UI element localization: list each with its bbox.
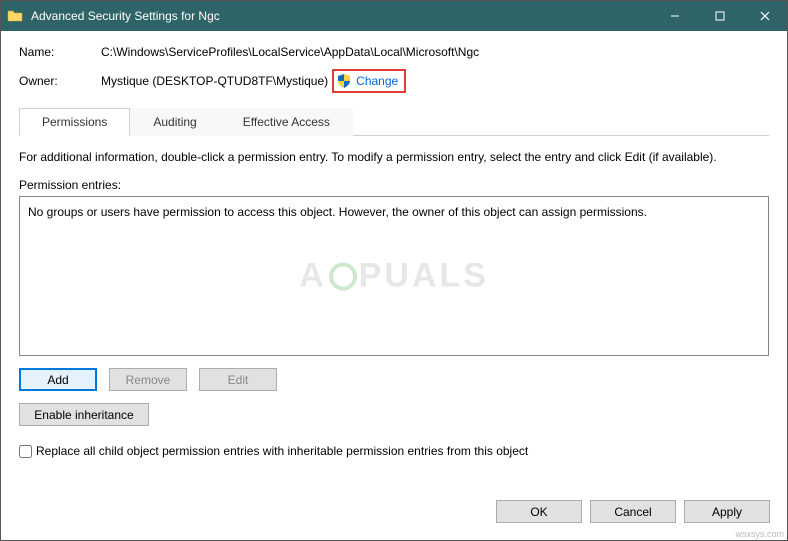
permission-entries-list[interactable]: No groups or users have permission to ac… [19,196,769,356]
watermark: A PUALS [299,257,489,296]
name-label: Name: [19,45,101,59]
name-row: Name: C:\Windows\ServiceProfiles\LocalSe… [19,45,769,59]
cancel-button[interactable]: Cancel [590,500,676,523]
entries-label: Permission entries: [19,178,769,192]
ok-button[interactable]: OK [496,500,582,523]
info-text: For additional information, double-click… [19,150,769,164]
entries-empty-message: No groups or users have permission to ac… [28,205,647,219]
tab-bar: Permissions Auditing Effective Access [19,107,769,136]
apply-button[interactable]: Apply [684,500,770,523]
close-button[interactable] [742,1,787,31]
folder-icon [7,8,23,24]
gear-icon [329,262,357,290]
owner-row: Owner: Mystique (DESKTOP-QTUD8TF\Mystiqu… [19,69,769,93]
change-highlight: Change [332,69,406,93]
dialog-footer: OK Cancel Apply [496,500,770,523]
window-title: Advanced Security Settings for Ngc [31,9,652,23]
replace-checkbox[interactable] [19,445,32,458]
replace-checkbox-label[interactable]: Replace all child object permission entr… [36,444,528,458]
enable-inheritance-button[interactable]: Enable inheritance [19,403,149,426]
tab-auditing[interactable]: Auditing [130,108,219,136]
source-watermark: wsxsys.com [735,529,784,539]
inheritance-row: Enable inheritance [19,403,769,426]
shield-icon [336,73,352,89]
owner-label: Owner: [19,74,101,88]
add-button[interactable]: Add [19,368,97,391]
edit-button: Edit [199,368,277,391]
name-value: C:\Windows\ServiceProfiles\LocalService\… [101,45,479,59]
titlebar: Advanced Security Settings for Ngc [1,1,787,31]
dialog-content: Name: C:\Windows\ServiceProfiles\LocalSe… [1,31,787,468]
change-owner-link[interactable]: Change [356,74,398,88]
remove-button: Remove [109,368,187,391]
maximize-button[interactable] [697,1,742,31]
tab-permissions[interactable]: Permissions [19,108,130,136]
minimize-button[interactable] [652,1,697,31]
entry-buttons: Add Remove Edit [19,368,769,391]
tab-effective-access[interactable]: Effective Access [220,108,353,136]
replace-checkbox-row: Replace all child object permission entr… [19,444,769,458]
owner-value: Mystique (DESKTOP-QTUD8TF\Mystique) [101,74,328,88]
